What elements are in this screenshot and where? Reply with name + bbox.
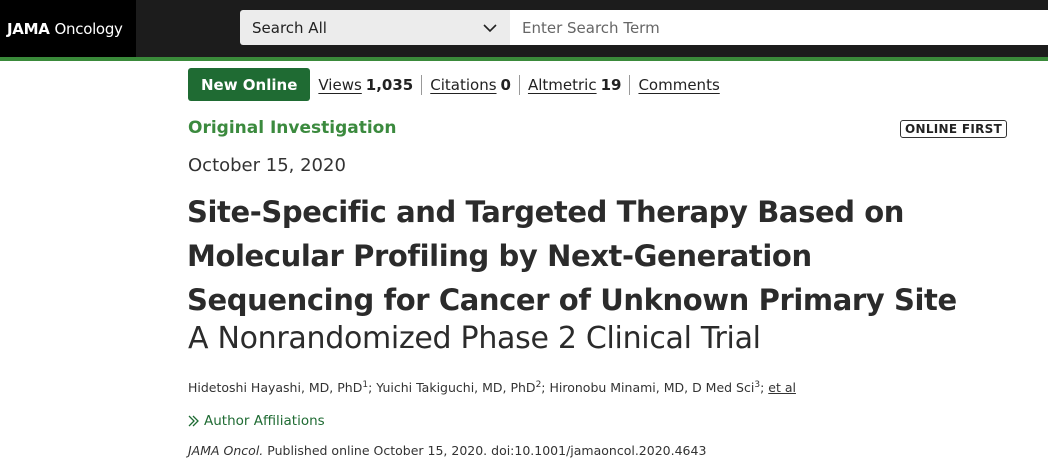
comments-link[interactable]: Comments: [638, 76, 719, 94]
header-accent-rule: [0, 57, 1048, 61]
views-value: 1,035: [365, 75, 414, 94]
et-al-link[interactable]: et al: [768, 380, 796, 395]
citation-line: JAMA Oncol. Published online October 15,…: [188, 443, 706, 458]
citation-details: Published online October 15, 2020. doi:1…: [267, 443, 707, 458]
views-label[interactable]: Views: [318, 76, 361, 94]
altmetric-metric[interactable]: Altmetric 19: [528, 76, 622, 94]
brand-light: Oncology: [54, 19, 123, 38]
double-chevron-right-icon: [188, 415, 199, 427]
metric-divider: [629, 74, 631, 95]
author-name[interactable]: Hironobu Minami, MD, D Med Sci: [549, 380, 754, 395]
article-type-label: Original Investigation: [188, 118, 397, 138]
author-name[interactable]: Hidetoshi Hayashi, MD, PhD: [188, 380, 362, 395]
chevron-down-icon: [483, 23, 497, 32]
author-affiliations-label: Author Affiliations: [204, 413, 325, 429]
brand-bold: JAMA: [7, 19, 50, 38]
search-bar: Search All: [240, 10, 1048, 45]
author-affiliation-ref: 1: [362, 380, 369, 390]
comments-metric[interactable]: Comments: [638, 76, 719, 94]
author-affiliations-toggle[interactable]: Author Affiliations: [188, 413, 325, 429]
search-scope-select[interactable]: Search All: [240, 10, 510, 45]
views-metric[interactable]: Views 1,035: [318, 76, 413, 94]
publication-date: October 15, 2020: [188, 155, 346, 176]
citations-metric[interactable]: Citations 0: [430, 76, 511, 94]
article-title: Site-Specific and Targeted Therapy Based…: [187, 195, 957, 317]
altmetric-value: 19: [600, 75, 622, 94]
metric-divider: [518, 74, 520, 95]
metric-divider: [421, 74, 423, 95]
journal-abbreviation: JAMA Oncol.: [188, 443, 264, 458]
new-online-badge: New Online: [188, 68, 311, 101]
author-list: Hidetoshi Hayashi, MD, PhD1; Yuichi Taki…: [188, 380, 796, 396]
search-input[interactable]: [510, 10, 1048, 45]
author-name[interactable]: Yuichi Takiguchi, MD, PhD: [376, 380, 535, 395]
citations-label[interactable]: Citations: [430, 76, 496, 94]
journal-logo[interactable]: JAMA Oncology: [0, 0, 136, 57]
article-metrics-bar: New Online Views 1,035 Citations 0 Altme…: [188, 68, 720, 101]
author-affiliation-ref: 3: [754, 380, 761, 390]
online-first-badge: ONLINE FIRST: [900, 120, 1008, 138]
article-subtitle: A Nonrandomized Phase 2 Clinical Trial: [188, 321, 761, 356]
altmetric-label[interactable]: Altmetric: [528, 76, 597, 94]
top-navigation-bar: JAMA Oncology Search All: [0, 0, 1048, 57]
citations-value: 0: [500, 75, 511, 94]
author-affiliation-ref: 2: [535, 380, 542, 390]
search-scope-label: Search All: [252, 18, 327, 37]
